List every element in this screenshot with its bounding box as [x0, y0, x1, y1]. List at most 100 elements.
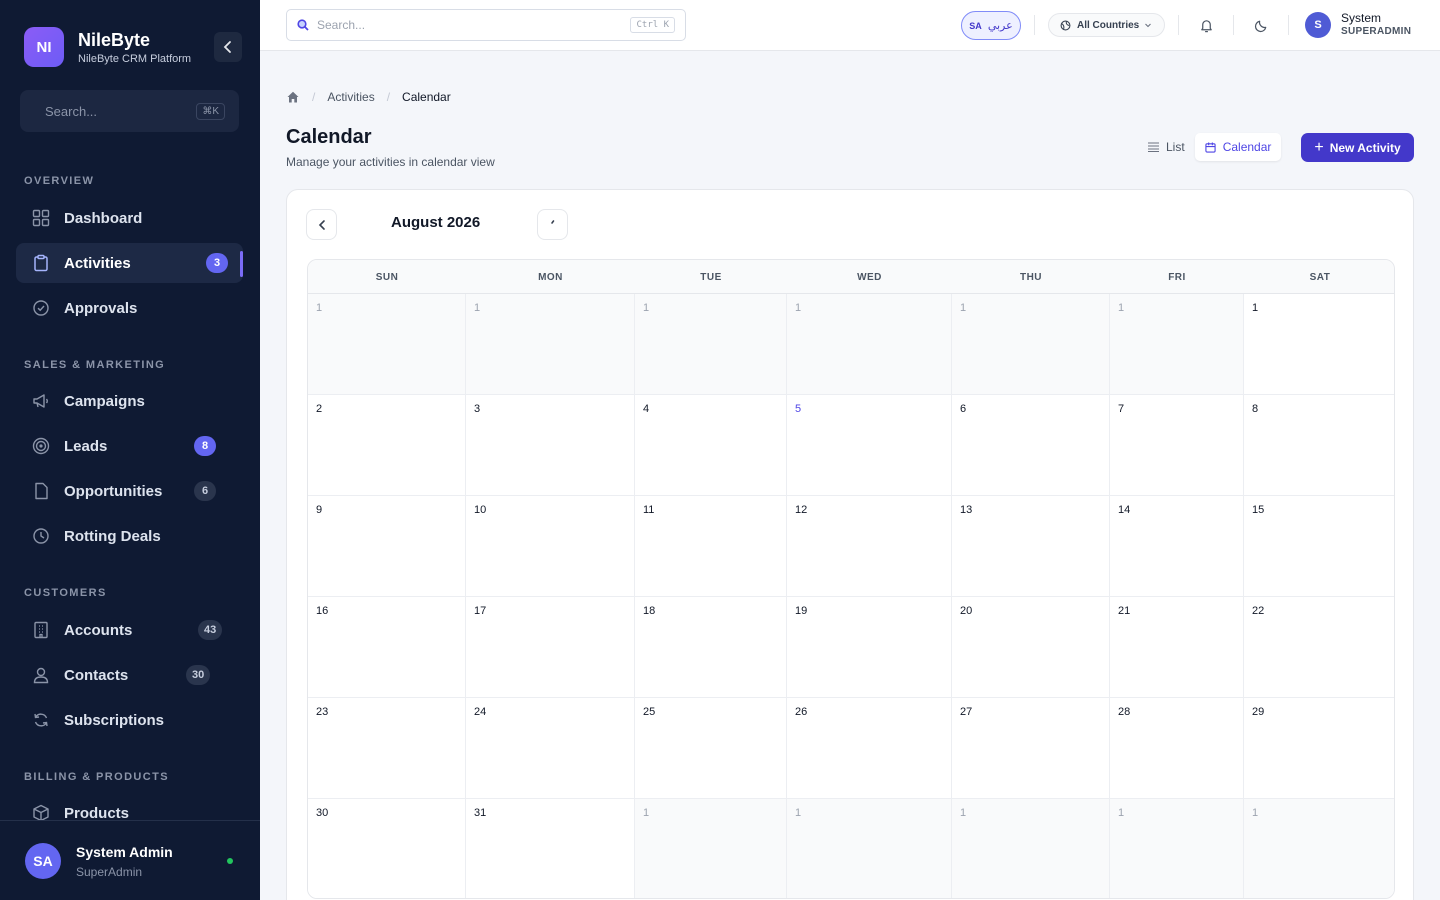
calendar-day-cell[interactable]: 26	[787, 698, 952, 799]
calendar-day-cell[interactable]: 1	[952, 799, 1110, 898]
calendar-day-cell[interactable]: 6	[952, 395, 1110, 496]
sidebar-item-subscriptions[interactable]: Subscriptions	[16, 700, 243, 740]
user-menu[interactable]: System SUPERADMIN	[1341, 11, 1411, 39]
calendar-day-cell[interactable]: 2	[308, 395, 466, 496]
calendar-day-cell[interactable]: 18	[635, 597, 787, 698]
calendar-day-cell[interactable]: 25	[635, 698, 787, 799]
calendar-day-cell[interactable]: 21	[1110, 597, 1244, 698]
new-activity-button[interactable]: + New Activity	[1301, 133, 1414, 162]
next-month-button[interactable]	[537, 209, 568, 240]
calendar-day-cell[interactable]: 10	[466, 496, 635, 597]
calendar-day-cell[interactable]: 1	[1110, 799, 1244, 898]
breadcrumb-separator: /	[312, 90, 316, 104]
sidebar-item-campaigns[interactable]: Campaigns	[16, 381, 243, 421]
calendar-day-cell[interactable]: 1	[635, 799, 787, 898]
calendar-day-cell[interactable]: 17	[466, 597, 635, 698]
day-number: 16	[316, 605, 329, 617]
calendar-day-cell[interactable]: 7	[1110, 395, 1244, 496]
calendar-day-cell[interactable]: 1	[787, 294, 952, 395]
chevron-down-icon	[1145, 23, 1152, 28]
sidebar-item-contacts[interactable]: Contacts 30	[16, 655, 243, 695]
sidebar-user-panel[interactable]: SA System Admin SuperAdmin	[0, 820, 260, 900]
calendar-day-cell[interactable]: 20	[952, 597, 1110, 698]
calendar-day-cell[interactable]: 16	[308, 597, 466, 698]
calendar-day-cell[interactable]: 9	[308, 496, 466, 597]
calendar-day-cell[interactable]: 1	[466, 294, 635, 395]
count-badge: 6	[194, 481, 216, 501]
sidebar-item-rotting-deals[interactable]: Rotting Deals	[16, 516, 243, 556]
calendar-day-cell[interactable]: 13	[952, 496, 1110, 597]
bell-icon	[1200, 19, 1212, 32]
sidebar-item-leads[interactable]: Leads 8	[16, 426, 243, 466]
calendar-day-cell[interactable]: 4	[635, 395, 787, 496]
theme-toggle-button[interactable]	[1251, 15, 1271, 35]
day-number: 1	[1252, 302, 1259, 314]
calendar-day-cell[interactable]: 1	[787, 799, 952, 898]
moon-icon	[1254, 20, 1266, 32]
view-list-button[interactable]: List	[1138, 133, 1195, 161]
calendar-icon	[1205, 141, 1216, 153]
view-calendar-button[interactable]: Calendar	[1194, 133, 1282, 161]
day-number: 9	[316, 504, 323, 516]
calendar-day-cell[interactable]: 19	[787, 597, 952, 698]
calendar-day-cell[interactable]: 1	[952, 294, 1110, 395]
calendar-day-cell[interactable]: 27	[952, 698, 1110, 799]
global-search-input[interactable]: Search... Ctrl K	[286, 9, 686, 41]
calendar-day-cell[interactable]: 30	[308, 799, 466, 898]
calendar-day-cell[interactable]: 28	[1110, 698, 1244, 799]
count-badge: 30	[186, 665, 211, 685]
brand[interactable]: NI NileByte NileByte CRM Platform	[24, 27, 191, 67]
calendar-day-cell[interactable]: 11	[635, 496, 787, 597]
sidebar-item-label: Products	[64, 804, 130, 822]
calendar-day-cell[interactable]: 1	[1244, 294, 1394, 395]
sidebar-item-approvals[interactable]: Approvals	[16, 288, 243, 328]
breadcrumb-link-activities[interactable]: Activities	[327, 90, 374, 104]
sidebar-item-dashboard[interactable]: Dashboard	[16, 198, 243, 238]
weekday-mon: MON	[538, 271, 563, 283]
calendar-day-cell[interactable]: 29	[1244, 698, 1394, 799]
sidebar-item-label: Leads	[64, 437, 108, 455]
dashboard-icon	[32, 209, 50, 227]
calendar-day-cell[interactable]: 22	[1244, 597, 1394, 698]
previous-month-button[interactable]	[306, 209, 337, 240]
sidebar-item-label: Subscriptions	[64, 711, 165, 729]
sidebar-item-opportunities[interactable]: Opportunities 6	[16, 471, 243, 511]
view-toggle: List Calendar	[1138, 133, 1282, 161]
calendar-day-cell[interactable]: 1	[635, 294, 787, 395]
calendar-day-cell[interactable]: 5	[787, 395, 952, 496]
calendar-day-cell[interactable]: 15	[1244, 496, 1394, 597]
calendar-day-cell[interactable]: 12	[787, 496, 952, 597]
chevron-left-icon	[223, 41, 231, 53]
calendar-day-cell[interactable]: 1	[308, 294, 466, 395]
calendar-day-cell[interactable]: 14	[1110, 496, 1244, 597]
country-select[interactable]: All Countries	[1048, 13, 1165, 37]
avatar: SA	[25, 843, 61, 879]
document-icon	[32, 482, 50, 500]
calendar-day-cell[interactable]: 24	[466, 698, 635, 799]
day-number: 1	[960, 302, 967, 314]
language-code: SA	[969, 20, 982, 31]
sidebar-item-activities[interactable]: Activities 3	[16, 243, 243, 283]
online-status-dot	[227, 858, 233, 864]
calendar-day-cell[interactable]: 31	[466, 799, 635, 898]
avatar[interactable]: S	[1305, 12, 1331, 38]
calendar-day-cell[interactable]: 23	[308, 698, 466, 799]
search-icon	[297, 19, 309, 31]
calendar-day-cell[interactable]: 1	[1110, 294, 1244, 395]
day-number: 8	[1252, 403, 1259, 415]
user-name: System Admin	[76, 844, 173, 860]
collapse-sidebar-button[interactable]	[214, 32, 242, 62]
calendar-day-cell[interactable]: 3	[466, 395, 635, 496]
building-icon	[32, 621, 50, 639]
calendar-day-cell[interactable]: 1	[1244, 799, 1394, 898]
sidebar-item-accounts[interactable]: Accounts 43	[16, 610, 243, 650]
sidebar-item-label: Accounts	[64, 621, 133, 639]
calendar-day-cell[interactable]: 8	[1244, 395, 1394, 496]
language-toggle-button[interactable]: SA عربي	[961, 11, 1021, 40]
weekday-wed: WED	[857, 271, 882, 283]
sidebar-search-input[interactable]: Search... ⌘K	[20, 90, 239, 132]
home-icon[interactable]	[286, 90, 300, 104]
day-number: 30	[316, 807, 329, 819]
clock-icon	[32, 527, 50, 545]
notifications-button[interactable]	[1196, 15, 1216, 35]
